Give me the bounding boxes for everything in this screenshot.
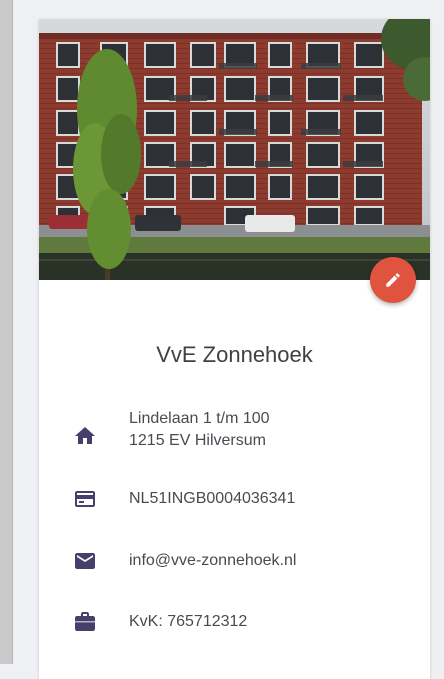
scroll-rail [0, 0, 13, 664]
organization-name: VvE Zonnehoek [156, 342, 313, 367]
edit-button[interactable] [370, 257, 416, 303]
home-icon [75, 427, 95, 444]
email-text[interactable]: info@vve-zonnehoek.nl [129, 550, 296, 572]
address-line-1: Lindelaan 1 t/m 100 [129, 410, 270, 427]
building-photo [39, 19, 430, 280]
briefcase-icon [75, 612, 95, 631]
pencil-icon [386, 273, 400, 287]
address-line-2: 1215 EV Hilversum [129, 432, 266, 449]
organization-card: VvE Zonnehoek Lindelaan 1 t/m 100 1215 E… [39, 19, 430, 679]
credit-card-icon [75, 491, 95, 507]
address-text: Lindelaan 1 t/m 100 1215 EV Hilversum [129, 408, 270, 452]
iban-text: NL51INGB0004036341 [129, 490, 296, 507]
mail-icon [75, 553, 95, 569]
kvk-text: KvK: 765712312 [129, 613, 248, 630]
